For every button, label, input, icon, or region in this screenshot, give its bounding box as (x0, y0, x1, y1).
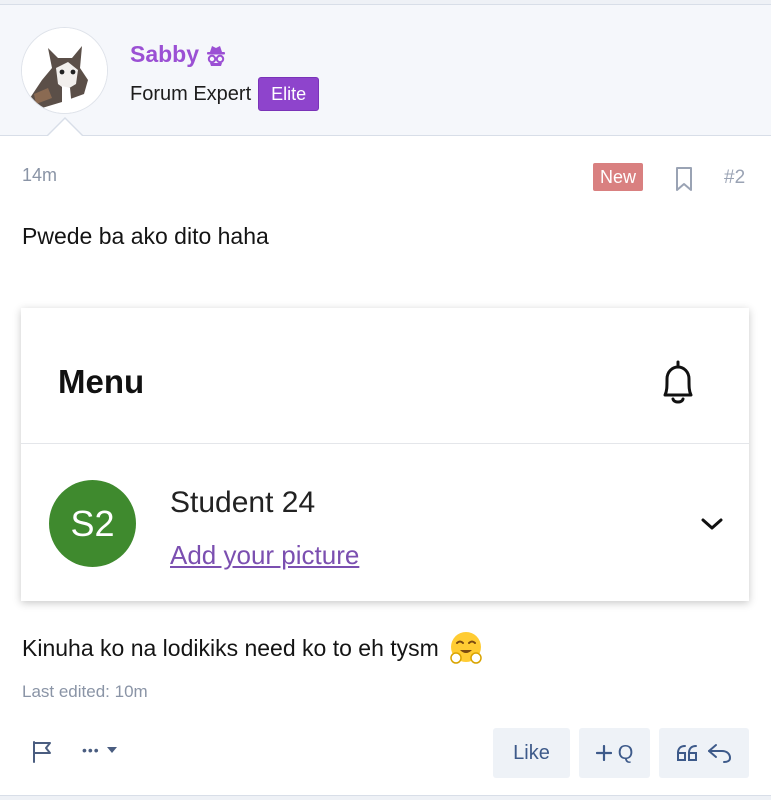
user-title-row: Forum Expert Elite (130, 77, 320, 111)
last-edited[interactable]: Last edited: 10m (22, 682, 148, 702)
chevron-down-icon (701, 518, 723, 530)
more-dots: ••• (82, 742, 100, 758)
like-button[interactable]: Like (493, 728, 570, 778)
plus-icon (595, 745, 612, 761)
new-badge: New (593, 163, 644, 191)
caret-down-icon (106, 747, 117, 753)
user-title: Forum Expert (130, 82, 252, 105)
bookmark-icon[interactable] (673, 166, 695, 192)
attached-screenshot[interactable]: Menu S2 Student 24 Add your picture (21, 308, 749, 601)
quote-reply-button[interactable] (659, 728, 749, 778)
post-text: Pwede ba ako dito haha (22, 223, 269, 249)
post-text-2: Kinuha ko na lodikiks need ko to eh tysm (22, 629, 485, 667)
forum-post: Sabby Forum Expert Elite 14m New #2 Pwed… (0, 4, 771, 796)
username-text[interactable]: Sabby (130, 41, 199, 68)
flag-icon[interactable] (30, 738, 56, 764)
student-name: Student 24 (170, 486, 316, 519)
multiquote-button[interactable]: Q (579, 728, 650, 778)
elite-badge: Elite (258, 77, 320, 111)
hugging-face-emoji-icon (450, 632, 482, 664)
bell-icon (663, 360, 693, 404)
reply-icon (708, 744, 732, 763)
quote-icon (677, 745, 697, 761)
screenshot-menu-title: Menu (58, 363, 145, 400)
username[interactable]: Sabby (130, 41, 227, 68)
multiquote-label: Q (617, 741, 634, 764)
user-block: Sabby Forum Expert Elite (0, 5, 771, 137)
screenshot-header: Menu (21, 308, 749, 444)
post-text-2-content: Kinuha ko na lodikiks need ko to eh tysm (22, 634, 439, 661)
incognito-icon (207, 45, 226, 66)
post-number[interactable]: #2 (724, 167, 745, 189)
post-time[interactable]: 14m (22, 165, 57, 186)
like-label: Like (513, 741, 550, 764)
cat-avatar-icon (22, 28, 107, 113)
more-options-button[interactable]: ••• (82, 738, 118, 762)
user-avatar[interactable] (21, 27, 108, 114)
add-picture-link: Add your picture (170, 540, 360, 570)
student-avatar: S2 (49, 480, 136, 567)
